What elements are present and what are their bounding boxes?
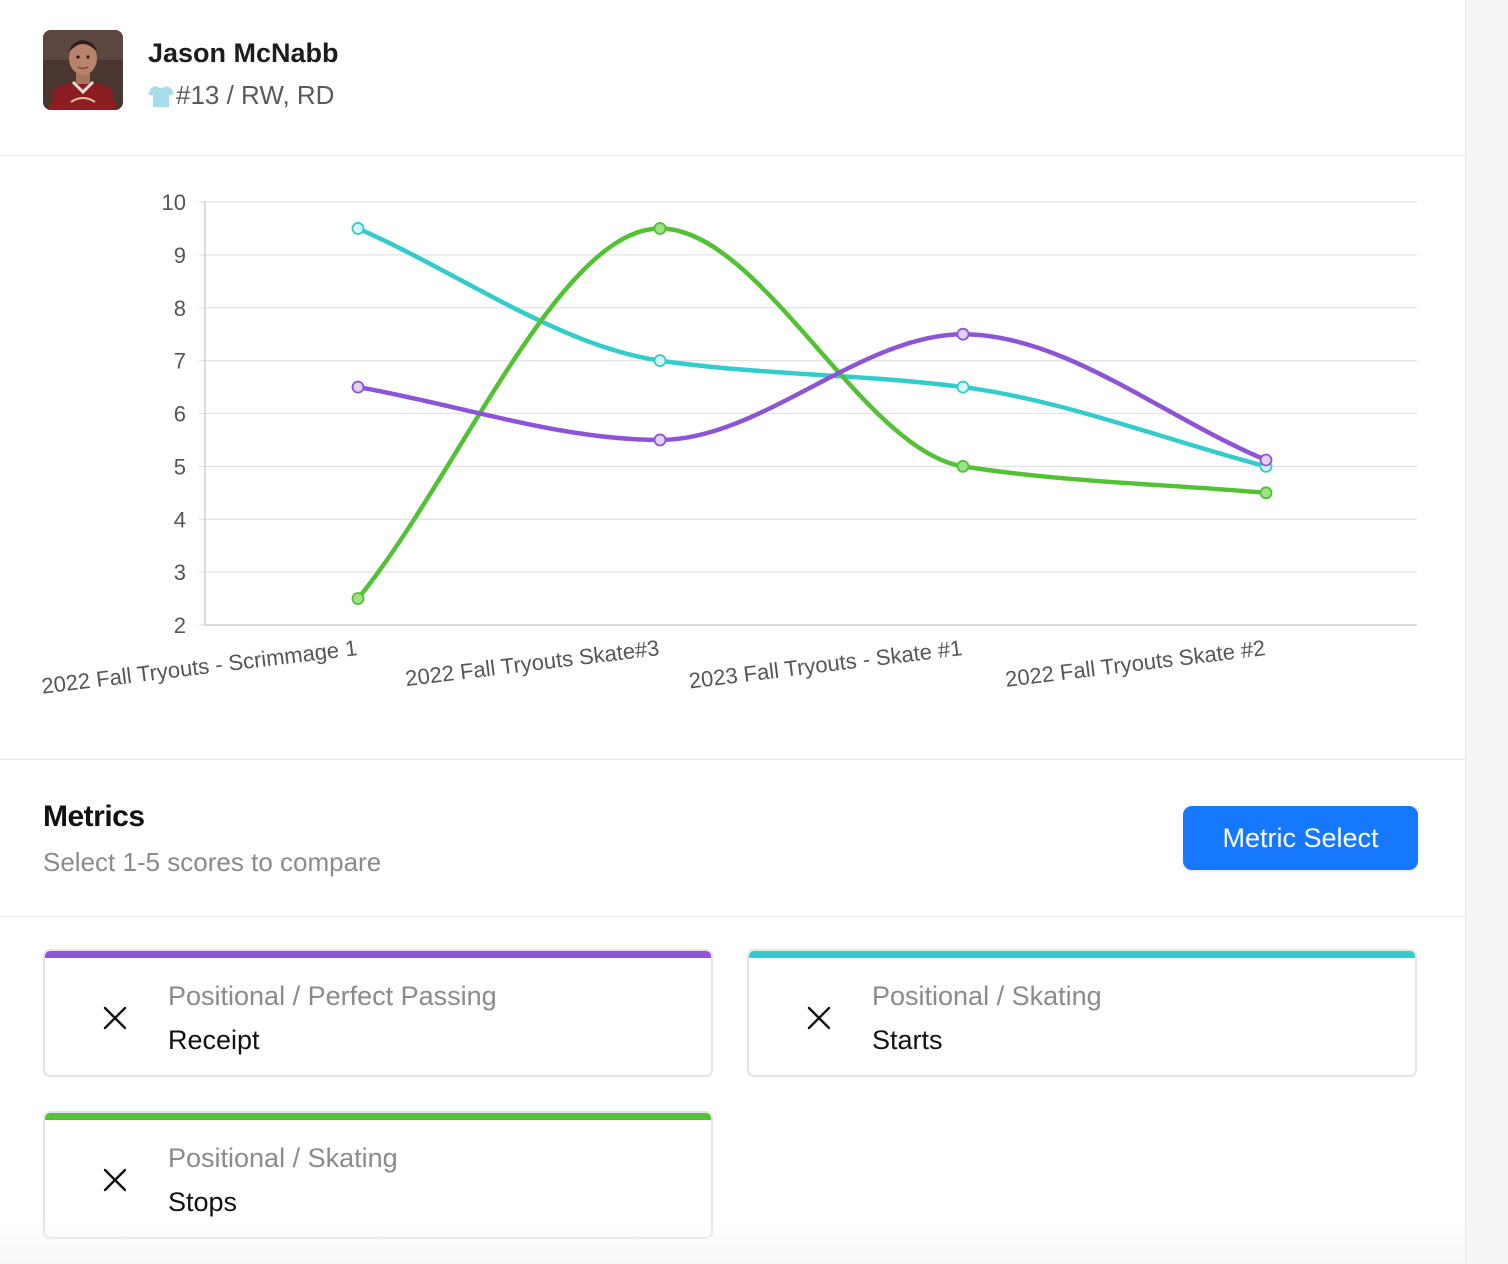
y-tick-label: 7	[174, 349, 186, 374]
metric-category: Positional / Perfect Passing	[168, 981, 497, 1011]
series-line	[355, 331, 1269, 463]
metrics-header: Metrics Select 1-5 scores to compare Met…	[0, 760, 1465, 917]
y-tick-label: 4	[174, 507, 186, 532]
metrics-title: Metrics	[43, 800, 145, 833]
x-tick-label: 2023 Fall Tryouts - Skate #1	[687, 635, 963, 693]
data-point	[653, 354, 667, 368]
player-name: Jason McNabb	[148, 38, 339, 68]
metric-name: Receipt	[168, 1025, 260, 1055]
metrics-subtitle: Select 1-5 scores to compare	[43, 847, 382, 877]
y-tick-label: 6	[174, 402, 186, 427]
metrics-line-chart: 2 3 4 5 6 7 8 9 10 2022 Fall Tryouts - Scrimmage …	[0, 156, 1465, 760]
jersey-icon	[148, 84, 174, 108]
metric-name: Starts	[872, 1025, 943, 1055]
chart-svg: 2 3 4 5 6 7 8 9 10 2022 Fall Tryouts - Scrimmage …	[40, 190, 1417, 699]
metric-category: Positional / Skating	[872, 981, 1102, 1011]
metric-color-bar	[749, 951, 1415, 958]
data-point	[351, 592, 365, 605]
metric-name: Stops	[168, 1187, 238, 1217]
close-icon[interactable]	[804, 1003, 834, 1033]
metric-select-button[interactable]: Metric Select	[1183, 806, 1418, 870]
y-tick-label: 5	[174, 454, 186, 479]
data-point	[956, 459, 970, 473]
data-point	[956, 380, 970, 394]
data-point	[351, 222, 365, 235]
data-point	[1259, 486, 1273, 500]
y-tick-label: 3	[174, 560, 186, 585]
metric-color-bar	[45, 951, 711, 958]
data-point	[653, 222, 667, 235]
close-icon[interactable]	[100, 1165, 130, 1195]
metric-color-bar	[45, 1113, 711, 1120]
player-meta-text: #13 / RW, RD	[176, 80, 335, 110]
player-photo	[43, 30, 123, 110]
data-point	[1259, 453, 1273, 467]
metric-card-receipt: Positional / Perfect Passing Receipt	[43, 949, 713, 1077]
player-avatar	[43, 30, 123, 110]
series-line	[355, 226, 1269, 469]
y-tick-label: 9	[174, 243, 186, 268]
x-tick-label: 2022 Fall Tryouts Skate #2	[1004, 635, 1267, 692]
x-tick-label: 2022 Fall Tryouts - Scrimmage 1	[40, 635, 359, 699]
y-tick-label: 8	[174, 296, 186, 321]
metric-card-starts: Positional / Skating Starts	[747, 949, 1417, 1077]
close-icon[interactable]	[100, 1003, 130, 1033]
player-header: Jason McNabb #13 / RW, RD	[0, 0, 1465, 156]
x-tick-label: 2022 Fall Tryouts Skate#3	[404, 635, 661, 691]
data-point	[351, 380, 365, 394]
metric-card-stops: Positional / Skating Stops	[43, 1111, 713, 1239]
player-metrics-panel: Jason McNabb #13 / RW, RD 2 3 4 5 6 7 8 9 10 2022…	[0, 0, 1466, 1264]
data-point	[653, 433, 667, 447]
y-tick-label: 2	[174, 613, 186, 638]
player-number-position: #13 / RW, RD	[148, 80, 334, 111]
y-tick-label: 10	[162, 190, 186, 215]
metric-category: Positional / Skating	[168, 1143, 398, 1173]
data-point	[956, 327, 970, 341]
